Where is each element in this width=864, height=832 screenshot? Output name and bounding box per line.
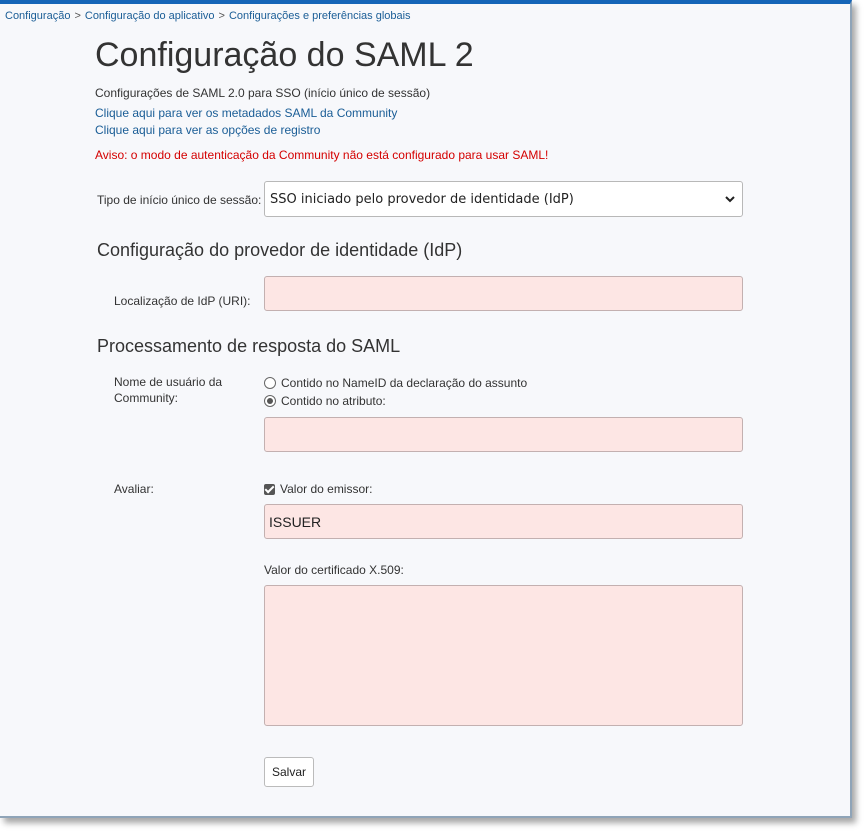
breadcrumb-separator: > (218, 10, 225, 22)
checkbox-checked-icon[interactable] (264, 484, 275, 495)
logging-options-link[interactable]: Clique aqui para ver as opções de regist… (95, 123, 320, 137)
breadcrumb-item-app-config[interactable]: Configuração do aplicativo (85, 10, 215, 22)
page-subtitle: Configurações de SAML 2.0 para SSO (iníc… (95, 86, 431, 100)
evaluate-label: Avaliar: (114, 482, 154, 496)
response-section-heading: Processamento de resposta do SAML (97, 336, 401, 356)
radio-option-attribute[interactable]: Contido no atributo: (264, 394, 386, 408)
sso-type-selected-value: SSO iniciado pelo provedor de identidade… (270, 192, 574, 207)
username-label-line2: Community: (114, 391, 179, 405)
sso-type-label: Tipo de início único de sessão: (97, 193, 262, 207)
certificate-label: Valor do certificado X.509: (264, 563, 404, 577)
breadcrumb-item-configuracao[interactable]: Configuração (5, 10, 70, 22)
breadcrumb: Configuração > Configuração do aplicativo >… (5, 10, 411, 22)
username-label-line1: Nome de usuário da (114, 375, 223, 389)
radio-nameid-label: Contido no NameID da declaração do assun… (281, 376, 528, 390)
idp-section-heading: Configuração do provedor de identidade (… (97, 240, 463, 260)
attribute-name-input[interactable] (264, 417, 743, 452)
idp-location-input[interactable] (264, 276, 743, 311)
issuer-checkbox-row[interactable]: Valor do emissor: (264, 482, 372, 496)
issuer-checkbox-label: Valor do emissor: (280, 482, 373, 496)
chevron-down-icon (725, 196, 735, 203)
idp-location-label: Localização de IdP (URI): (114, 294, 251, 308)
window-frame: Configuração > Configuração do aplicativo >… (0, 0, 852, 818)
breadcrumb-separator: > (74, 10, 81, 22)
auth-mode-warning: Aviso: o modo de autenticação da Communi… (95, 148, 549, 162)
certificate-textarea[interactable] (264, 585, 743, 726)
page-title: Configuração do SAML 2 (95, 36, 474, 74)
issuer-value-input[interactable]: ISSUER (264, 504, 743, 539)
radio-checked-icon[interactable] (264, 395, 276, 407)
sso-type-select[interactable]: SSO iniciado pelo provedor de identidade… (264, 181, 743, 217)
save-button[interactable]: Salvar (264, 757, 314, 787)
breadcrumb-item-global-prefs[interactable]: Configurações e preferências globais (229, 10, 411, 22)
radio-option-nameid[interactable]: Contido no NameID da declaração do assun… (264, 376, 527, 390)
saml-metadata-link[interactable]: Clique aqui para ver os metadados SAML d… (95, 106, 397, 120)
radio-attribute-label: Contido no atributo: (281, 394, 386, 408)
radio-unchecked-icon[interactable] (264, 377, 276, 389)
